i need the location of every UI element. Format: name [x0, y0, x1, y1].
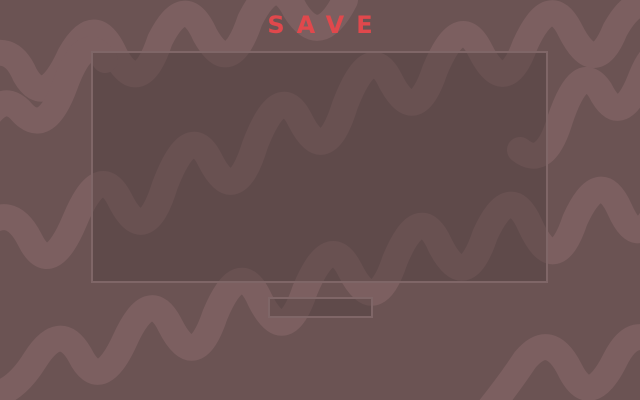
- background-wave: [479, 324, 640, 400]
- save-screen: SAVE: [0, 0, 640, 400]
- page-title: SAVE: [267, 11, 385, 39]
- save-slot-panel[interactable]: [91, 51, 548, 283]
- save-name-field[interactable]: [268, 297, 373, 318]
